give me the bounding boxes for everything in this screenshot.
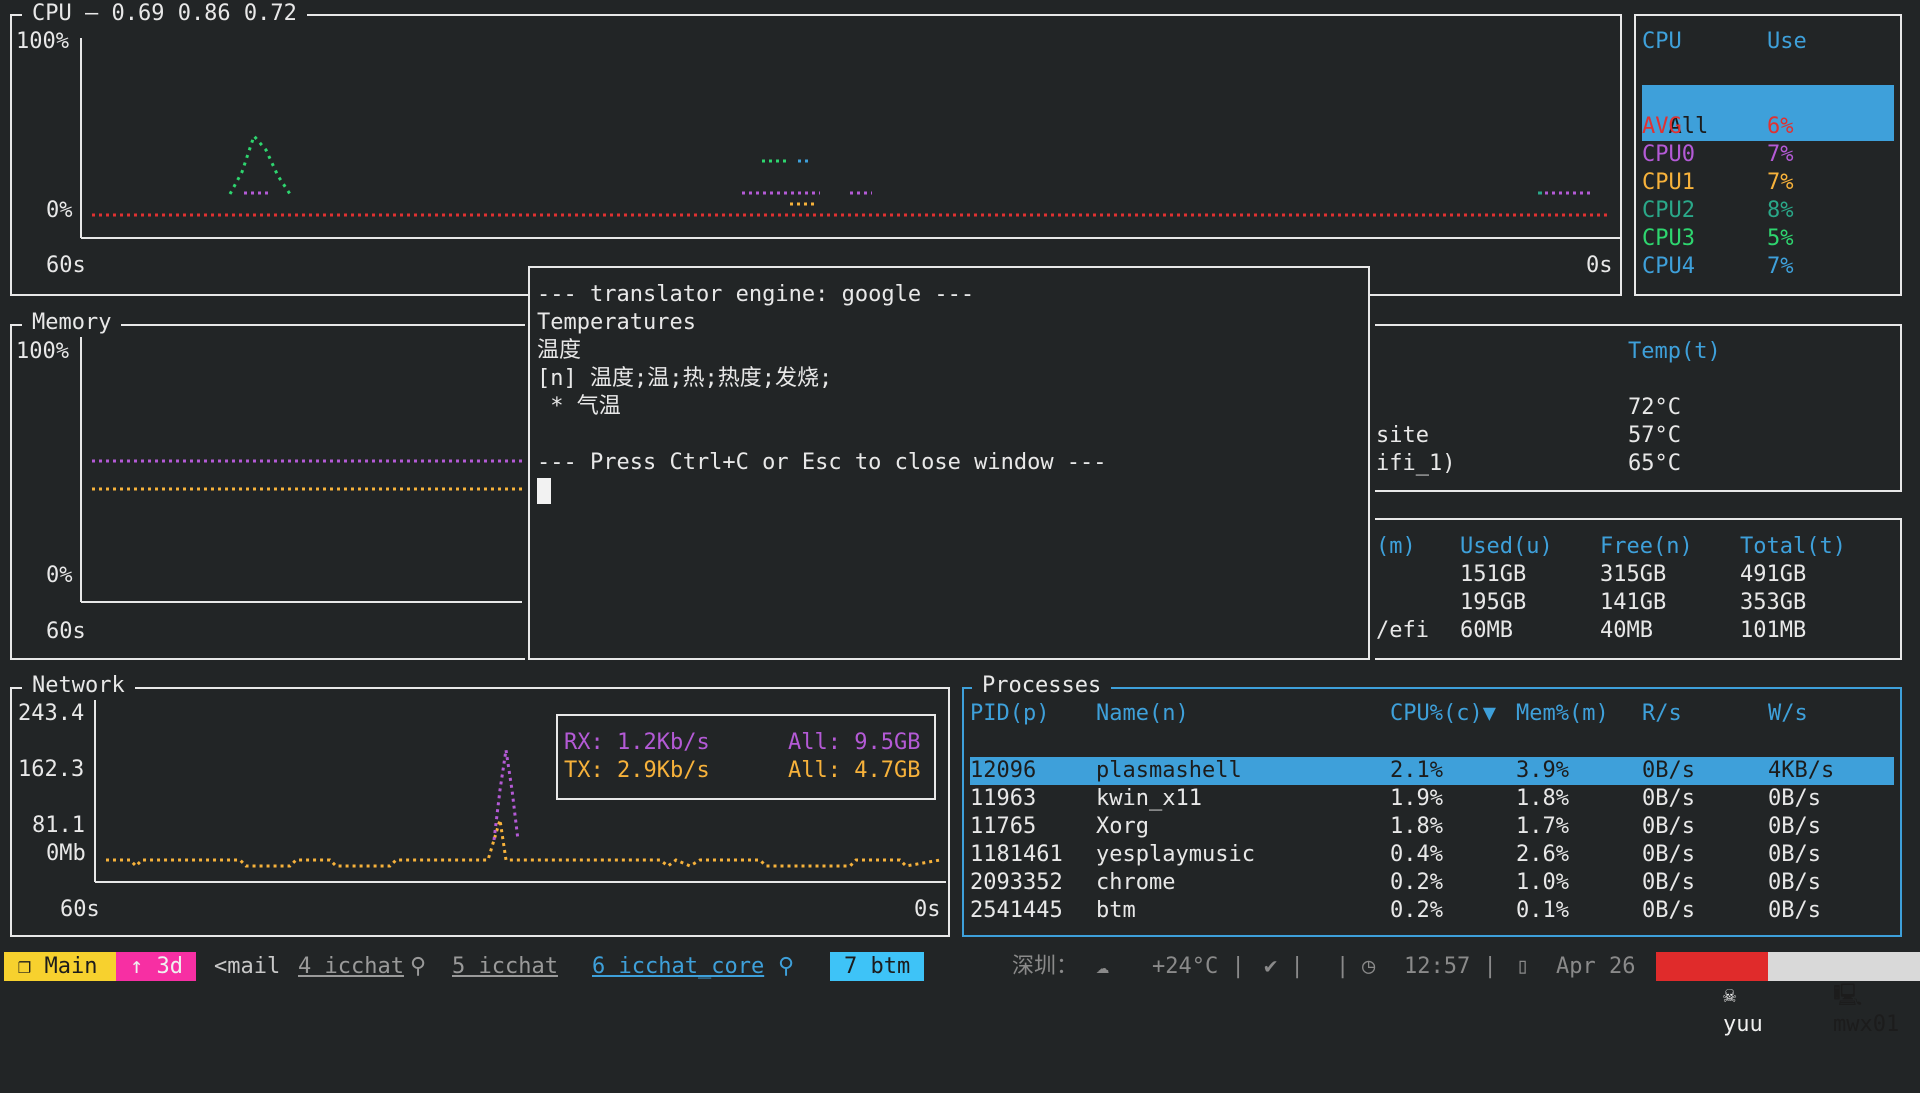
cloud-icon: ☁ [1096,954,1110,979]
host-name: mwx01 [1832,1012,1900,1037]
process-write: 0B/s [1768,842,1821,867]
process-write: 0B/s [1768,786,1821,811]
process-name: kwin_x11 [1096,786,1202,811]
process-pid: 2541445 [970,898,1063,923]
table-row[interactable]: 11765 Xorg 1.8% 1.7% 0B/s 0B/s [970,813,1894,841]
process-header-read[interactable]: R/s [1642,700,1682,728]
process-mem: 1.7% [1516,814,1569,839]
table-row[interactable]: 12096 plasmashell 2.1% 3.9% 0B/s 4KB/s [970,757,1894,785]
window-7-btm[interactable]: 7 btm [830,952,924,981]
process-read: 0B/s [1642,898,1695,923]
host-badge: 🖳 mwx01 [1768,952,1920,1037]
separator: | [1336,954,1350,979]
process-write: 0B/s [1768,898,1821,923]
table-row[interactable]: 2541445 btm 0.2% 0.1% 0B/s 0B/s [970,897,1894,925]
monitor-icon: 🖳 [1832,983,1863,1008]
process-name: btm [1096,898,1136,923]
process-cpu: 1.9% [1390,786,1443,811]
process-read: 0B/s [1642,786,1695,811]
process-mem: 3.9% [1516,758,1569,783]
tmux-status-bar: ❐ Main ↑ 3d <mail 4 icchat ⚲ 5 icchat 6 … [0,952,1920,1037]
check-status: ✔ | [1264,954,1304,979]
search-icon: ⚲ [410,954,427,979]
process-pid: 12096 [970,758,1037,783]
process-read: 0B/s [1642,758,1695,783]
process-write: 4KB/s [1768,758,1835,783]
session-main[interactable]: ❐ Main [4,952,116,981]
table-row[interactable]: 2093352 chrome 0.2% 1.0% 0B/s 0B/s [970,869,1894,897]
window-mail[interactable]: <mail [214,952,280,981]
process-name: plasmashell [1096,758,1242,783]
process-cpu: 1.8% [1390,814,1443,839]
process-write: 0B/s [1768,870,1821,895]
process-pid: 11963 [970,786,1037,811]
process-name: yesplaymusic [1096,842,1255,867]
window-6-icchat-core[interactable]: 6 icchat_core [592,952,764,981]
weather-location: 深圳： [1012,954,1079,979]
process-read: 0B/s [1642,814,1695,839]
calendar-icon: ▯ [1516,954,1530,979]
user-badge: ☠ yuu [1656,952,1768,1037]
table-row[interactable]: 11963 kwin_x11 1.9% 1.8% 0B/s 0B/s [970,785,1894,813]
process-pid: 2093352 [970,870,1063,895]
process-read: 0B/s [1642,870,1695,895]
processes-panel-title: Processes [972,672,1112,700]
network-rx-total: All: 9.5GB [788,730,921,755]
skull-icon: ☠ [1722,983,1737,1008]
clock-icon: ◷ [1362,954,1376,979]
process-cpu: 0.2% [1390,870,1443,895]
window-4-icchat[interactable]: 4 icchat [298,952,404,981]
process-pid: 1181461 [970,842,1063,867]
process-mem: 1.0% [1516,870,1569,895]
process-header-write[interactable]: W/s [1768,700,1808,728]
clock-time: 12:57 | [1404,954,1497,979]
process-mem: 0.1% [1516,898,1569,923]
weather-temp: +24°C | [1152,954,1245,979]
process-cpu: 0.2% [1390,898,1443,923]
process-header-pid[interactable]: PID(p) [970,700,1049,728]
process-mem: 1.8% [1516,786,1569,811]
process-header-mem[interactable]: Mem%(m) [1516,700,1609,728]
network-rx-rate: RX: 1.2Kb/s [564,730,710,755]
process-cpu: 2.1% [1390,758,1443,783]
process-name: Xorg [1096,814,1149,839]
process-mem: 2.6% [1516,842,1569,867]
window-5-icchat[interactable]: 5 icchat [452,952,558,981]
process-header-name[interactable]: Name(n) [1096,700,1189,728]
process-pid: 11765 [970,814,1037,839]
process-header-cpu[interactable]: CPU%(c)▼ [1390,700,1496,728]
table-row[interactable]: 1181461 yesplaymusic 0.4% 2.6% 0B/s 0B/s [970,841,1894,869]
date: Apr 26 [1556,954,1636,979]
process-read: 0B/s [1642,842,1695,867]
network-tx-total: All: 4.7GB [788,758,921,783]
process-name: chrome [1096,870,1176,895]
user-name: yuu [1722,1012,1763,1037]
uptime-badge: ↑ 3d [116,952,196,981]
search-icon: ⚲ [778,954,795,979]
process-cpu: 0.4% [1390,842,1443,867]
process-write: 0B/s [1768,814,1821,839]
network-tx-rate: TX: 2.9Kb/s [564,758,710,783]
